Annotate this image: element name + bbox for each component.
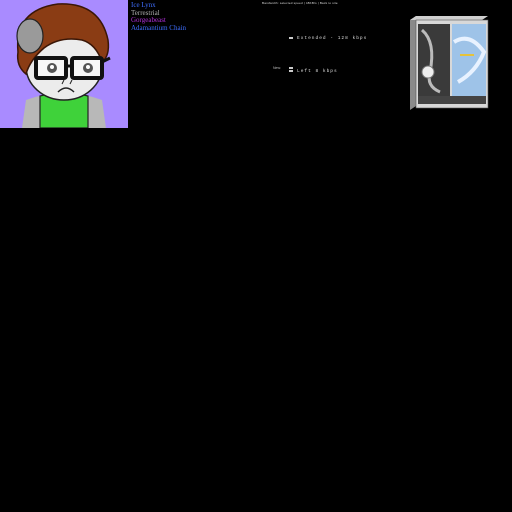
nav-links: Ice Lynx Terrestrial Gorgeabeast Adamant… (131, 1, 186, 33)
radio-icon[interactable] (289, 69, 293, 72)
cd-box-icon (410, 16, 489, 110)
option-row-1[interactable]: Extended - 128 kbps (289, 36, 367, 41)
product-box-image[interactable] (410, 12, 490, 110)
link-adamantium-chain[interactable]: Adamantium Chain (131, 24, 186, 33)
radio-icon[interactable] (289, 36, 293, 39)
top-bar-text: Bandwidth: selected speed | 48KB/s | Bac… (262, 1, 338, 5)
option-2-label: Left 8 kbps (297, 69, 338, 74)
avatar-illustration (16, 3, 111, 128)
side-label: New: (273, 66, 281, 70)
avatar (0, 0, 128, 128)
option-1-label: Extended - 128 kbps (297, 36, 368, 41)
option-row-2[interactable]: Left 8 kbps (289, 69, 338, 74)
